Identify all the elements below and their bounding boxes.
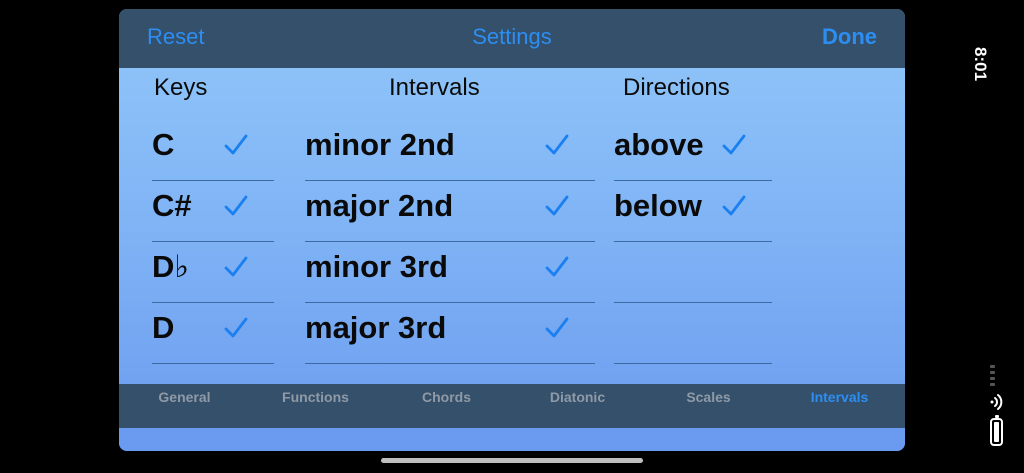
direction-row[interactable]: below [614,181,772,242]
wifi-icon [986,392,1006,412]
direction-row[interactable] [614,242,772,303]
checkmark-icon [722,193,746,219]
checkmark-icon [545,132,569,158]
tab-chords[interactable]: Chords [381,389,512,405]
page-title: Settings [472,24,552,49]
intervals-header: Intervals [389,74,480,101]
key-row[interactable]: C [152,120,274,181]
interval-label: major 3rd [305,310,447,345]
key-row[interactable]: C# [152,181,274,242]
interval-label: minor 3rd [305,249,448,284]
key-label: C [152,127,175,162]
directions-header: Directions [623,74,730,101]
interval-label: major 2nd [305,188,454,223]
keys-header: Keys [154,74,208,101]
checkmark-icon [545,315,569,341]
interval-label: minor 2nd [305,127,455,162]
done-button[interactable]: Done [822,24,877,50]
checkmark-icon [545,193,569,219]
status-time: 8:01 [971,47,990,82]
interval-row[interactable]: major 3rd [305,303,595,364]
tab-diatonic[interactable]: Diatonic [512,389,643,405]
direction-label: above [614,127,704,162]
checkmark-icon [224,315,248,341]
checkmark-icon [224,193,248,219]
direction-row[interactable]: above [614,120,772,181]
key-row[interactable]: D [152,303,274,364]
checkmark-icon [545,254,569,280]
direction-row[interactable] [614,303,772,364]
key-row[interactable]: D♭ [152,242,274,303]
direction-label: below [614,188,702,223]
interval-row[interactable]: minor 3rd [305,242,595,303]
tab-bar: General Functions Chords Diatonic Scales Inte… [119,384,905,428]
more-dots-icon [990,365,995,389]
battery-icon [990,415,1003,446]
checkmark-icon [224,254,248,280]
tab-intervals[interactable]: Intervals [774,389,905,405]
interval-row[interactable]: minor 2nd [305,120,595,181]
tab-general[interactable]: General [119,389,250,405]
checkmark-icon [224,132,248,158]
tab-functions[interactable]: Functions [250,389,381,405]
key-label: D [152,310,175,345]
bottom-strip [119,428,905,451]
navigation-bar: Reset Settings Done [119,9,905,68]
checkmark-icon [722,132,746,158]
home-indicator [381,458,643,463]
tab-scales[interactable]: Scales [643,389,774,405]
key-label: C# [152,188,192,223]
settings-panel: Reset Settings Done Keys Intervals Direc… [119,9,905,451]
key-label: D♭ [152,249,190,284]
interval-row[interactable]: major 2nd [305,181,595,242]
